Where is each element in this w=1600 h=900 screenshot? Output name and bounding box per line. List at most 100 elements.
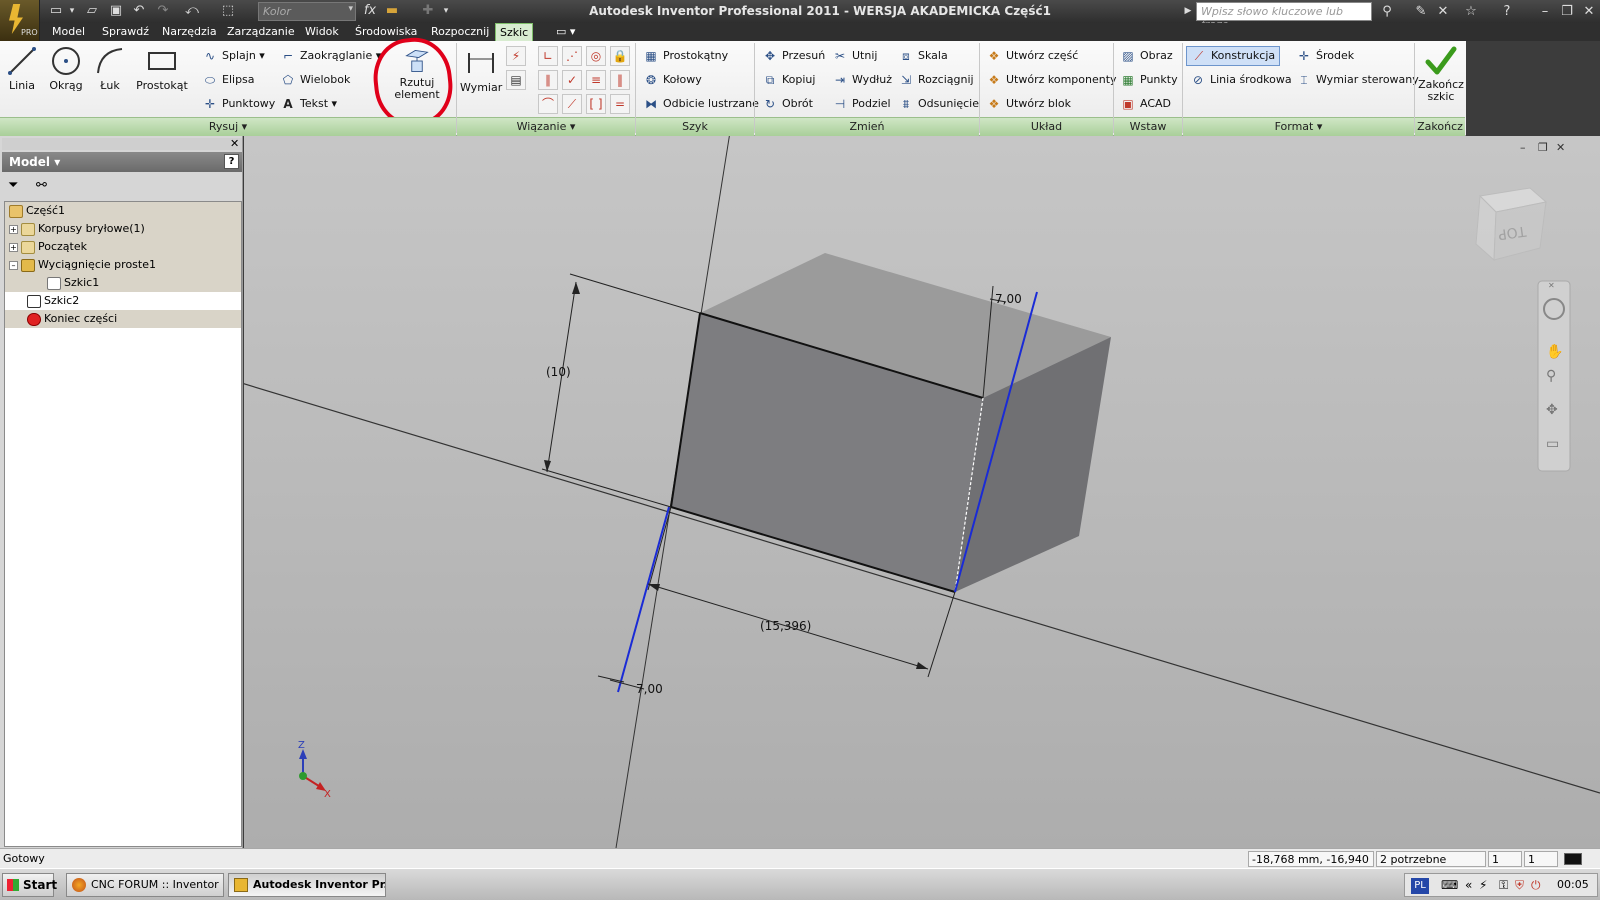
tab-narzedzia[interactable]: Narzędzia bbox=[158, 23, 221, 41]
tools-icon[interactable]: ✎ bbox=[1412, 3, 1430, 20]
mirror-button[interactable]: ⧓ Odbicie lustrzane bbox=[643, 96, 759, 112]
tab-widok[interactable]: Widok bbox=[301, 23, 343, 41]
tab-rozpocznij[interactable]: Rozpocznij bbox=[427, 23, 493, 41]
panel-draw[interactable]: Rysuj ▾ bbox=[0, 117, 456, 136]
panel-constraint[interactable]: Wiązanie ▾ bbox=[457, 117, 635, 136]
create-block-button[interactable]: ❖ Utwórz blok bbox=[986, 96, 1071, 112]
antivirus-icon[interactable]: ⛨ bbox=[1515, 878, 1524, 893]
customize-icon[interactable]: ▾ bbox=[438, 3, 454, 19]
help-icon[interactable]: ? bbox=[1498, 3, 1516, 20]
smooth-constraint-icon[interactable]: ⟋ bbox=[562, 94, 582, 114]
browser-close-icon[interactable]: ✕ bbox=[230, 137, 239, 150]
offset-button[interactable]: ⩩ Odsunięcie bbox=[898, 96, 979, 112]
circular-pattern-button[interactable]: ❂ Kołowy bbox=[643, 72, 702, 88]
concentric-constraint-icon[interactable]: ◎ bbox=[586, 46, 606, 66]
tab-model[interactable]: Model bbox=[48, 23, 89, 41]
panel-modify[interactable]: Zmień bbox=[755, 117, 979, 136]
line-button[interactable]: Linia bbox=[4, 45, 40, 92]
undo-icon[interactable]: ↶ bbox=[131, 3, 147, 19]
expand-search-icon[interactable]: ▶ bbox=[1180, 3, 1196, 19]
app-menu-button[interactable]: PRO bbox=[0, 0, 40, 41]
browser-help-icon[interactable]: ? bbox=[224, 154, 239, 169]
show-constraints-icon[interactable]: ▤ bbox=[506, 70, 526, 90]
browser-header[interactable]: Model ▾ bbox=[2, 152, 242, 172]
acad-button[interactable]: ▣ ACAD bbox=[1120, 96, 1171, 112]
taskbar-item-inventor[interactable]: Autodesk Inventor Pr... bbox=[228, 873, 386, 897]
tree-item-sketch2[interactable]: Szkic2 bbox=[5, 292, 241, 310]
circle-button[interactable]: Okrąg bbox=[46, 45, 86, 92]
check-constraint-icon[interactable]: ✓ bbox=[562, 70, 582, 90]
points-button[interactable]: ▦ Punkty bbox=[1120, 72, 1177, 88]
return-icon[interactable]: ⤺ bbox=[184, 3, 200, 19]
tab-options-icon[interactable]: ▭ ▾ bbox=[552, 23, 579, 41]
minimize-icon[interactable]: – bbox=[1536, 3, 1554, 20]
measure-icon[interactable]: ▬ bbox=[384, 3, 400, 19]
rotate-button[interactable]: ↻ Obrót bbox=[762, 96, 813, 112]
search-input[interactable]: Wpisz słowo kluczowe lub frazę bbox=[1196, 2, 1372, 31]
extend-button[interactable]: ⇥ Wydłuż bbox=[832, 72, 892, 88]
filter-icon[interactable]: ⏷ bbox=[8, 178, 18, 193]
center-point-button[interactable]: ✛ Środek bbox=[1296, 48, 1354, 64]
make-components-button[interactable]: ❖ Utwórz komponenty bbox=[986, 72, 1117, 88]
redo-icon[interactable]: ↷ bbox=[155, 3, 171, 19]
vertical-constraint-icon[interactable]: ‖ bbox=[610, 70, 630, 90]
finish-sketch-button[interactable]: Zakończ szkic bbox=[1416, 45, 1466, 103]
scale-button[interactable]: ⧈ Skala bbox=[898, 48, 948, 64]
tree-item-solid-bodies[interactable]: + Korpusy bryłowe(1) bbox=[5, 220, 241, 238]
panel-format[interactable]: Format ▾ bbox=[1183, 117, 1414, 136]
language-indicator[interactable]: PL bbox=[1411, 878, 1429, 894]
graphics-viewport[interactable]: (10) 7,00 (15,396) 7,00 Z X TOP ✋ ⚲ ✥ ▭ … bbox=[244, 136, 1600, 848]
dim-text-7-bottom[interactable]: 7,00 bbox=[636, 682, 663, 696]
tree-item-extrusion[interactable]: – Wyciągnięcie proste1 bbox=[5, 256, 241, 274]
rectangular-pattern-button[interactable]: ▦ Prostokątny bbox=[643, 48, 728, 64]
start-button[interactable]: Start bbox=[2, 873, 57, 897]
ellipse-button[interactable]: ⬭ Elipsa bbox=[202, 72, 255, 88]
binoculars-icon[interactable]: ⚲ bbox=[1378, 3, 1396, 20]
fillet-button[interactable]: ⌐ Zaokrąglanie ▾ bbox=[280, 48, 381, 64]
make-part-button[interactable]: ❖ Utwórz część bbox=[986, 48, 1079, 64]
centerline-button[interactable]: ⊘ Linia środkowa bbox=[1190, 72, 1292, 88]
dim-text-7-top[interactable]: 7,00 bbox=[995, 292, 1022, 306]
new-file-icon[interactable]: ▭ bbox=[48, 3, 64, 19]
move-button[interactable]: ✥ Przesuń bbox=[762, 48, 825, 64]
security-icon[interactable]: ⏻ bbox=[1531, 878, 1541, 893]
construction-button[interactable]: ⟋ Konstrukcja bbox=[1186, 46, 1281, 66]
close-icon[interactable]: ✕ bbox=[1580, 3, 1598, 20]
save-icon[interactable]: ▣ bbox=[108, 3, 124, 19]
network-icon[interactable]: ⚡ bbox=[1479, 878, 1487, 892]
find-binoculars-icon[interactable]: ⚯ bbox=[36, 178, 47, 193]
fix-constraint-icon[interactable]: 🔒 bbox=[610, 46, 630, 66]
dimension-button[interactable]: Wymiar bbox=[460, 47, 502, 94]
trim-button[interactable]: ✂ Utnij bbox=[832, 48, 877, 64]
restore-icon[interactable]: ❐ bbox=[1558, 3, 1576, 20]
tray-expand-icon[interactable]: « bbox=[1465, 878, 1472, 892]
panel-layout[interactable]: Układ bbox=[980, 117, 1113, 136]
tab-sprawdz[interactable]: Sprawdź bbox=[98, 23, 153, 41]
tree-item-part[interactable]: Część1 bbox=[5, 202, 241, 220]
dim-text-10[interactable]: (10) bbox=[546, 365, 571, 379]
favorites-star-icon[interactable]: ☆ bbox=[1462, 3, 1480, 20]
panel-insert[interactable]: Wstaw bbox=[1114, 117, 1182, 136]
coincident-constraint-icon[interactable]: ⋰ bbox=[562, 46, 582, 66]
point-button[interactable]: ✛ Punktowy bbox=[202, 96, 275, 112]
spline-button[interactable]: ∿ Splajn ▾ bbox=[202, 48, 265, 64]
perpendicular-constraint-icon[interactable]: ∟ bbox=[538, 46, 558, 66]
viewcube[interactable]: TOP bbox=[1475, 187, 1548, 262]
arc-button[interactable]: Łuk bbox=[92, 45, 128, 92]
tree-item-end-of-part[interactable]: Koniec części bbox=[5, 310, 241, 328]
select-icon[interactable]: ⬚ bbox=[220, 3, 236, 19]
color-combo[interactable]: Kolor ▾ bbox=[258, 2, 356, 21]
subscription-icon[interactable]: ✕ bbox=[1434, 3, 1452, 20]
polygon-button[interactable]: ⬠ Wielobok bbox=[280, 72, 351, 88]
panel-exit[interactable]: Zakończ bbox=[1415, 117, 1465, 136]
auto-dimension-icon[interactable]: ⚡ bbox=[506, 46, 526, 66]
update-icon[interactable]: ✚ bbox=[420, 3, 436, 19]
rectangle-button[interactable]: Prostokąt bbox=[136, 45, 188, 92]
text-button[interactable]: A Tekst ▾ bbox=[280, 96, 337, 112]
dim-text-15396[interactable]: (15,396) bbox=[760, 619, 811, 633]
stretch-button[interactable]: ⇲ Rozciągnij bbox=[898, 72, 974, 88]
copy-button[interactable]: ⧉ Kopiuj bbox=[762, 72, 816, 88]
tab-szkic[interactable]: Szkic bbox=[495, 23, 534, 41]
tangent-constraint-icon[interactable]: ⌒ bbox=[538, 94, 558, 114]
symmetric-constraint-icon[interactable]: [ ] bbox=[586, 94, 606, 114]
